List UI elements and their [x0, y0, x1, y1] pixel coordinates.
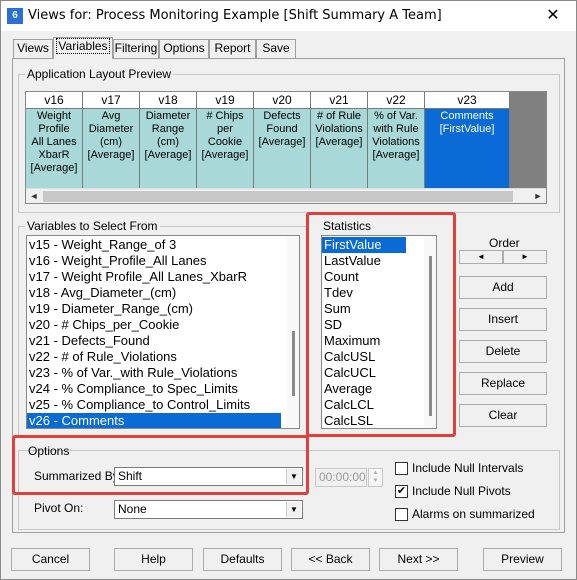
layout-preview-grid[interactable]: v16 Weight Profile All Lanes XbarR [Avera…	[25, 91, 547, 204]
list-item[interactable]: v25 - % Compliance_to Control_Limits	[27, 397, 299, 413]
preview-column[interactable]: v20 Defects Found [Average]	[254, 92, 311, 188]
window-title: Views for: Process Monitoring Example [S…	[28, 8, 442, 23]
list-item[interactable]: v15 - Weight_Range_of 3	[27, 237, 299, 253]
preview-column[interactable]: v16 Weight Profile All Lanes XbarR [Avera…	[26, 92, 83, 188]
next-button[interactable]: Next >>	[379, 548, 458, 571]
scroll-right-icon[interactable]: ►	[530, 189, 546, 203]
variables-scrollbar[interactable]	[287, 236, 299, 428]
alarms-on-summarized-label: Alarms on summarized	[412, 507, 535, 521]
list-item[interactable]: v24 - % Compliance_to Spec_Limits	[27, 381, 299, 397]
preview-column[interactable]: v17 Avg Diameter (cm) [Average]	[83, 92, 140, 188]
include-null-pivots-checkbox[interactable]: ✔	[395, 485, 408, 498]
move-right-button[interactable]: ►	[503, 250, 547, 264]
include-null-pivots-label: Include Null Pivots	[412, 484, 511, 498]
alarms-on-summarized-checkbox[interactable]	[395, 508, 408, 521]
list-item[interactable]: v23 - % of Var._with Rule_Violations	[27, 365, 299, 381]
close-button[interactable]: ✕	[530, 1, 576, 31]
tab-variables[interactable]: Variables	[53, 37, 113, 59]
pivot-on-select[interactable]: None ▼	[114, 500, 303, 519]
defaults-button[interactable]: Defaults	[203, 548, 282, 571]
list-item[interactable]: v22 - # of Rule_Violations	[27, 349, 299, 365]
scroll-left-icon[interactable]: ◄	[26, 189, 42, 203]
preview-horizontal-scrollbar[interactable]: ◄ ►	[26, 188, 546, 203]
variables-label: Variables to Select From	[25, 219, 160, 233]
clear-button[interactable]: Clear	[459, 404, 547, 427]
tab-views[interactable]: Views	[13, 39, 53, 58]
variables-list[interactable]: v15 - Weight_Range_of 3 v16 - Weight_Pro…	[26, 235, 300, 429]
list-item[interactable]: v18 - Avg_Diameter_(cm)	[27, 285, 299, 301]
scroll-thumb[interactable]	[43, 191, 513, 202]
preview-column-selected[interactable]: v23 Comments [FirstValue]	[425, 92, 510, 188]
list-item[interactable]: v17 - Weight Profile_All Lanes_XbarR	[27, 269, 299, 285]
time-spinner: ▲ ▼	[368, 468, 383, 487]
delete-button[interactable]: Delete	[459, 340, 547, 363]
cancel-button[interactable]: Cancel	[11, 548, 90, 571]
preview-column[interactable]: v21 # of Rule Violations [Average]	[311, 92, 368, 188]
add-button[interactable]: Add	[459, 276, 547, 299]
move-left-button[interactable]: ◄	[459, 250, 503, 264]
tab-report[interactable]: Report	[209, 39, 256, 58]
tab-save[interactable]: Save	[256, 39, 296, 58]
options-highlight-box	[12, 435, 309, 495]
list-item-selected[interactable]: v26 - Comments	[27, 413, 281, 428]
tab-options[interactable]: Options	[159, 39, 209, 58]
title-bar: 6 Views for: Process Monitoring Example …	[1, 1, 576, 31]
pivot-on-label: Pivot On:	[34, 501, 84, 515]
list-item[interactable]: v20 - # Chips_per_Cookie	[27, 317, 299, 333]
views-dialog: 6 Views for: Process Monitoring Example …	[0, 0, 577, 580]
app-icon: 6	[7, 8, 23, 24]
chevron-down-icon: ▼	[286, 502, 301, 517]
replace-button[interactable]: Replace	[459, 372, 547, 395]
list-item[interactable]: v16 - Weight_Profile_All Lanes	[27, 253, 299, 269]
help-button[interactable]: Help	[114, 548, 193, 571]
preview-column[interactable]: v19 # Chips per Cookie [Average]	[197, 92, 254, 188]
interval-time-input: 00:00:00	[315, 468, 367, 487]
list-item[interactable]: v19 - Diameter_Range_(cm)	[27, 301, 299, 317]
preview-empty-area	[510, 92, 546, 188]
list-item[interactable]: v21 - Defects_Found	[27, 333, 299, 349]
tab-filtering[interactable]: Filtering	[113, 39, 159, 58]
scroll-thumb[interactable]	[292, 331, 295, 396]
statistics-highlight-box	[306, 212, 456, 437]
preview-button[interactable]: Preview	[483, 548, 562, 571]
layout-preview-label: Application Layout Preview	[25, 67, 174, 81]
insert-button[interactable]: Insert	[459, 308, 547, 331]
back-button[interactable]: << Back	[291, 548, 370, 571]
preview-column[interactable]: v18 Diameter Range (cm) [Average]	[140, 92, 197, 188]
preview-column[interactable]: v22% of Var. with Rule Violations [Avera…	[368, 92, 425, 188]
include-null-intervals-label: Include Null Intervals	[412, 461, 524, 475]
include-null-intervals-checkbox[interactable]	[395, 462, 408, 475]
order-label: Order	[489, 236, 520, 250]
